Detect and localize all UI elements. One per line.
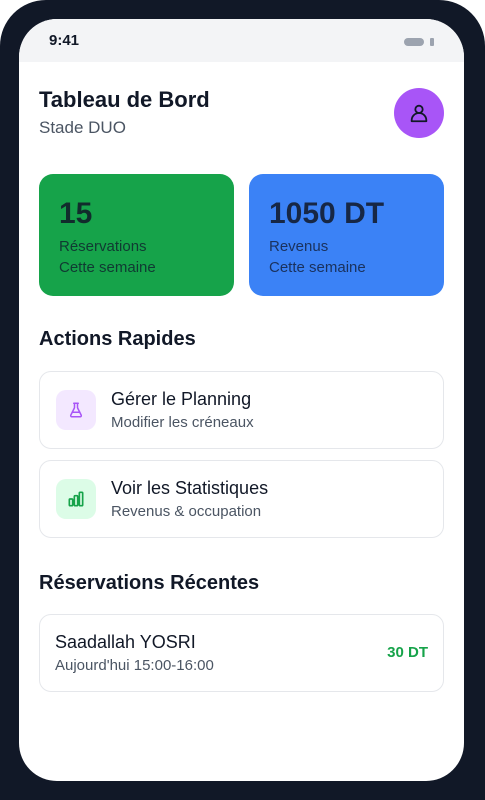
reservation-time: Aujourd'hui 15:00-16:00 [55,657,214,674]
manage-planning-title: Gérer le Planning [111,389,252,409]
profile-avatar-button[interactable] [394,88,444,138]
reservations-period: Cette semaine [59,259,156,276]
phone-frame: 9:41 Tableau de Bord Stade DUO 15 Réserv… [0,0,485,800]
phone-screen: 9:41 Tableau de Bord Stade DUO 15 Réserv… [19,19,464,781]
quick-actions-title: Actions Rapides [39,328,196,350]
reservation-list-item[interactable]: Saadallah YOSRI Aujourd'hui 15:00-16:00 … [39,614,444,692]
user-icon [410,104,428,123]
page-title: Tableau de Bord [39,87,210,112]
status-time: 9:41 [49,32,80,49]
view-statistics-title: Voir les Statistiques [111,478,269,498]
manage-planning-button[interactable]: Gérer le Planning Modifier les créneaux [39,371,444,449]
view-statistics-subtitle: Revenus & occupation [111,503,262,520]
venue-name: Stade DUO [39,118,126,137]
battery-icon [404,38,424,46]
dashboard-header: Tableau de Bord Stade DUO [39,86,444,146]
revenue-stat-card: 1050 DT Revenus Cette semaine [249,174,444,296]
statistics-icon-box [56,479,96,519]
manage-planning-subtitle: Modifier les créneaux [111,414,254,431]
status-bar: 9:41 [19,19,464,62]
reservations-label: Réservations [59,238,147,255]
recent-reservations-title: Réservations Récentes [39,572,260,594]
reservations-count: 15 [59,197,93,230]
view-statistics-button[interactable]: Voir les Statistiques Revenus & occupati… [39,460,444,538]
planning-icon-box [56,390,96,430]
flask-icon [69,402,83,418]
battery-tip-icon [430,38,434,46]
reservations-stat-card: 15 Réservations Cette semaine [39,174,234,296]
revenue-period: Cette semaine [269,259,366,276]
revenue-label: Revenus [269,238,329,255]
reservation-amount: 30 DT [387,644,428,661]
reservation-customer-name: Saadallah YOSRI [55,632,196,652]
bar-chart-icon [68,491,84,507]
stats-row: 15 Réservations Cette semaine 1050 DT Re… [39,174,444,296]
revenue-amount: 1050 DT [269,197,385,230]
